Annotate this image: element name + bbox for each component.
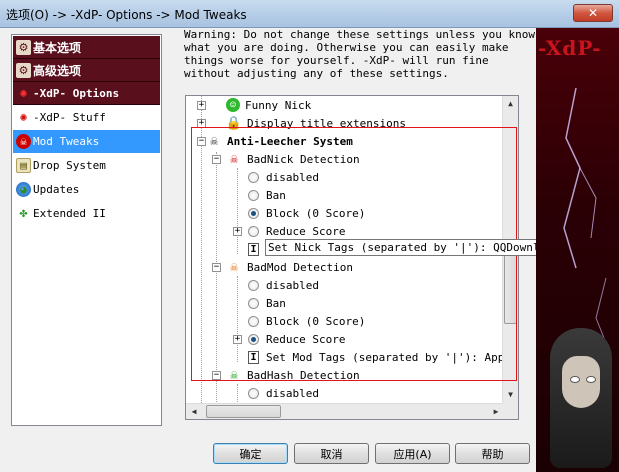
badmod-option-block[interactable]: Block (0 Score) — [248, 312, 365, 330]
collapse-anti-leecher[interactable]: − — [197, 137, 206, 146]
apply-button[interactable]: 应用(A) — [375, 443, 450, 464]
xdp-logo-icon: ✺ — [19, 85, 28, 101]
close-button[interactable]: ✕ — [573, 4, 613, 22]
radio-button[interactable] — [248, 225, 259, 237]
puzzle-icon: ✤ — [19, 206, 28, 221]
expand-reduce-score[interactable]: + — [233, 227, 242, 236]
text-field-icon: I — [248, 242, 259, 256]
badhash-option-disabled[interactable]: disabled — [248, 384, 319, 402]
badnick-set-tags-item[interactable]: I — [248, 240, 266, 258]
ok-button[interactable]: 确定 — [213, 443, 288, 464]
nav-item-basic-options[interactable]: ⚙ 基本选项 — [13, 36, 160, 59]
window-title: 选项(O) -> -XdP- Options -> Mod Tweaks — [6, 8, 247, 22]
gears-icon: ⚙ — [16, 39, 31, 55]
expand-reduce-score[interactable]: + — [233, 335, 242, 344]
ghost-girl-image — [550, 328, 612, 468]
nav-item-xdp-stuff[interactable]: ✺ -XdP- Stuff — [13, 106, 160, 129]
cancel-button[interactable]: 取消 — [294, 443, 369, 464]
skull-icon: ☠ — [230, 151, 238, 167]
drop-icon: ▤ — [16, 158, 31, 173]
scroll-thumb[interactable] — [206, 405, 281, 418]
lock-icon: 🔒 — [225, 115, 243, 131]
settings-tree: + ☺ Funny Nick + 🔒 Display title extensi… — [185, 95, 519, 420]
nav-item-extended-ii[interactable]: ✤ Extended II — [13, 202, 160, 225]
tree-guide-line — [237, 384, 238, 402]
radio-button[interactable] — [248, 315, 259, 327]
scroll-corner — [502, 403, 518, 419]
tree-guide-line — [237, 276, 238, 362]
scroll-up-icon[interactable]: ▲ — [503, 96, 518, 112]
tree-item-badhash[interactable]: ☠ BadHash Detection — [226, 366, 360, 384]
collapse-badnick[interactable]: − — [212, 155, 221, 164]
nav-item-updates[interactable]: ◕ Updates — [13, 178, 160, 201]
nav-item-xdp-options[interactable]: ✺ -XdP- Options — [13, 82, 160, 105]
scroll-left-icon[interactable]: ◀ — [186, 404, 202, 419]
radio-button-selected[interactable] — [248, 333, 259, 345]
collapse-badhash[interactable]: − — [212, 371, 221, 380]
tree-horizontal-scrollbar[interactable]: ◀ ▶ — [186, 403, 504, 419]
expand-display-title[interactable]: + — [197, 119, 206, 128]
nav-item-drop-system[interactable]: ▤ Drop System — [13, 154, 160, 177]
radio-button[interactable] — [248, 171, 259, 183]
skull-icon: ☠ — [230, 259, 238, 275]
tree-item-funny-nick[interactable]: ☺ Funny Nick — [226, 96, 311, 114]
badmod-option-disabled[interactable]: disabled — [248, 276, 319, 294]
nav-item-advanced-options[interactable]: ⚙ 高级选项 — [13, 59, 160, 82]
tree-guide-line — [237, 168, 238, 254]
close-icon: ✕ — [587, 6, 599, 20]
tree-item-badnick[interactable]: ☠ BadNick Detection — [226, 150, 360, 168]
expand-funny-nick[interactable]: + — [197, 101, 206, 110]
text-field-icon: I — [248, 350, 259, 364]
smiley-icon: ☺ — [226, 98, 240, 112]
xdp-side-banner: -XdP- — [536, 28, 619, 472]
tree-item-display-title[interactable]: 🔒 Display title extensions — [226, 114, 406, 132]
xdp-logo-icon: ✺ — [19, 110, 28, 125]
globe-icon: ◕ — [16, 182, 31, 197]
skull-icon: ☠ — [16, 134, 31, 149]
badmod-option-ban[interactable]: Ban — [248, 294, 286, 312]
options-nav: ⚙ 基本选项 ⚙ 高级选项 ✺ -XdP- Options ✺ -XdP- St… — [11, 34, 162, 426]
scroll-thumb[interactable] — [504, 246, 517, 324]
nav-item-mod-tweaks[interactable]: ☠ Mod Tweaks — [13, 130, 160, 153]
window-titlebar: 选项(O) -> -XdP- Options -> Mod Tweaks ✕ — [0, 0, 619, 28]
badnick-option-reduce-score[interactable]: Reduce Score — [248, 222, 345, 240]
radio-button[interactable] — [248, 279, 259, 291]
help-button[interactable]: 帮助 — [455, 443, 530, 464]
tree-item-anti-leecher[interactable]: ☠ Anti-Leecher System — [206, 132, 353, 150]
xdp-logo: -XdP- — [538, 36, 602, 60]
gears-icon: ⚙ — [16, 62, 31, 78]
radio-button-selected[interactable] — [248, 207, 259, 219]
collapse-badmod[interactable]: − — [212, 263, 221, 272]
tree-guide-line — [216, 152, 217, 402]
badnick-option-disabled[interactable]: disabled — [248, 168, 319, 186]
warning-text: Warning: Do not change these settings un… — [184, 28, 535, 80]
radio-button[interactable] — [248, 387, 259, 399]
skull-icon: ☠ — [230, 367, 238, 383]
badmod-option-reduce-score[interactable]: Reduce Score — [248, 330, 345, 348]
skull-crossbones-icon: ☠ — [210, 133, 218, 149]
radio-button[interactable] — [248, 189, 259, 201]
scroll-down-icon[interactable]: ▼ — [503, 387, 518, 403]
badmod-set-tags-item[interactable]: ISet Mod Tags (separated by '|'): Applej… — [248, 348, 518, 366]
badnick-option-block[interactable]: Block (0 Score) — [248, 204, 365, 222]
radio-button[interactable] — [248, 297, 259, 309]
badnick-option-ban[interactable]: Ban — [248, 186, 286, 204]
tree-item-badmod[interactable]: ☠ BadMod Detection — [226, 258, 353, 276]
